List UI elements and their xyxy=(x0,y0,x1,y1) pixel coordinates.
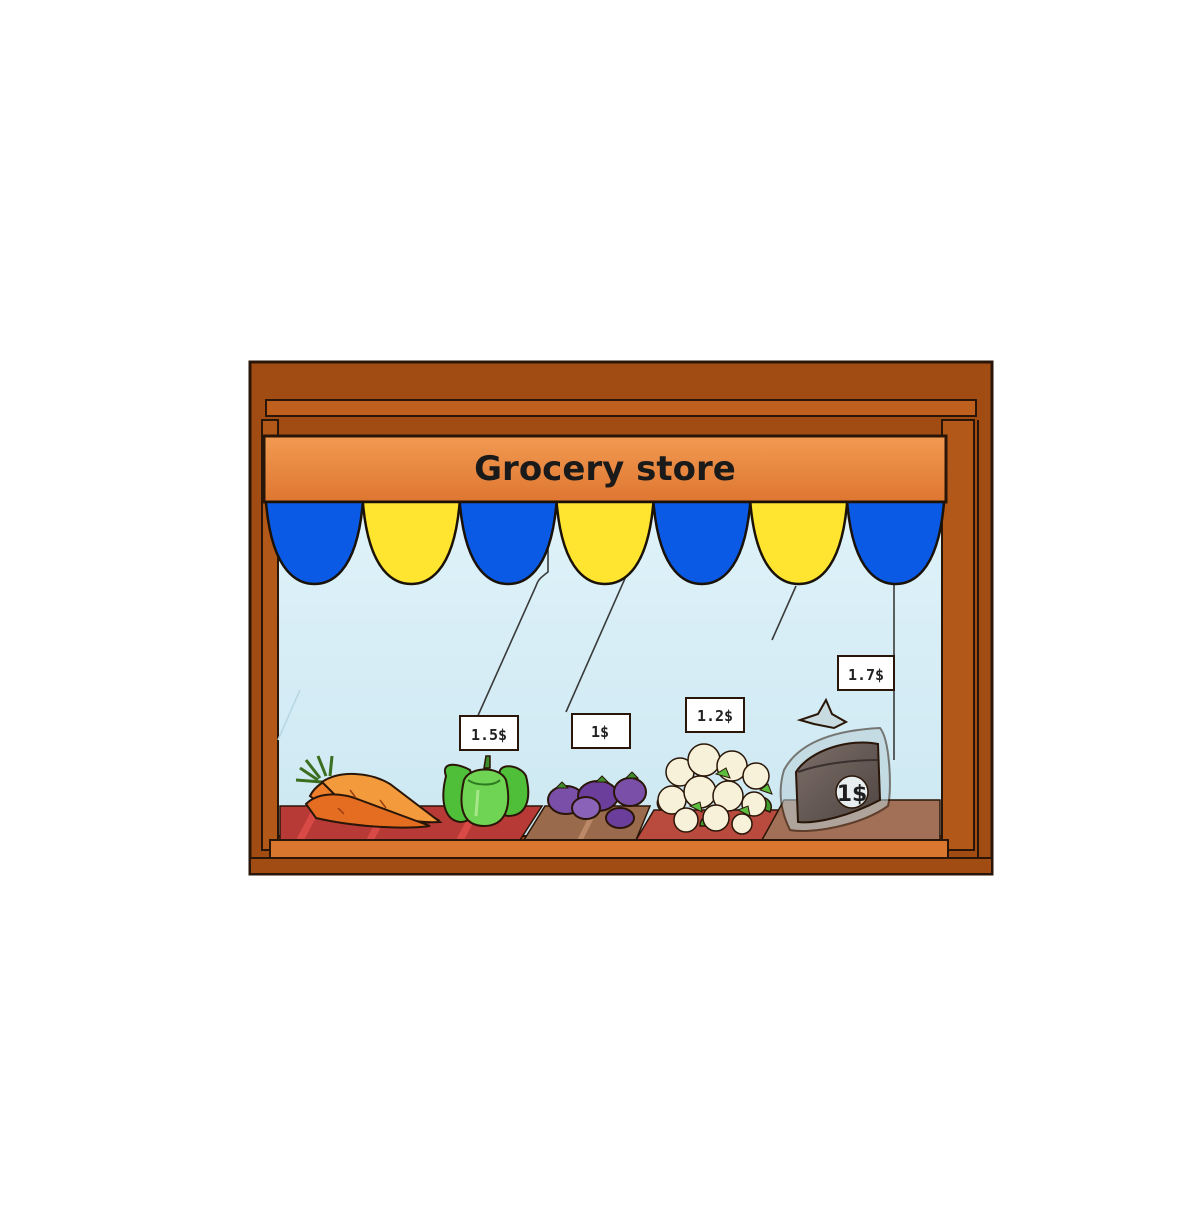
price-tag-eggplants: 1$ xyxy=(571,713,631,749)
price-bread: 1.7$ xyxy=(848,666,884,684)
price-cauliflower: 1.2$ xyxy=(697,707,733,725)
frame-bottom xyxy=(249,857,993,875)
price-eggplants: 1$ xyxy=(591,723,609,741)
price-tag-cauliflower: 1.2$ xyxy=(685,697,745,733)
bag-label-text: 1$ xyxy=(837,782,868,807)
price-tag-bread: 1.7$ xyxy=(837,655,895,691)
storefront-drawing: Grocery store 1$ 1.5$ 1$ 1.2$ 1.7$ xyxy=(248,360,994,876)
price-peppers: 1.5$ xyxy=(471,726,507,744)
store-sign-text: Grocery store xyxy=(474,449,736,489)
grocery-store-illustration: Grocery store 1$ 1.5$ 1$ 1.2$ 1.7$ xyxy=(0,0,1200,1200)
green-peppers xyxy=(442,755,530,828)
store-sign: Grocery store xyxy=(262,434,948,504)
price-tag-peppers: 1.5$ xyxy=(459,715,519,751)
